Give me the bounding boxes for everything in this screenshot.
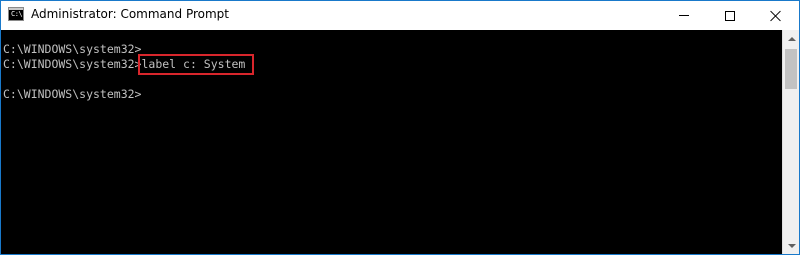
chevron-down-icon [787, 243, 796, 248]
close-button[interactable] [753, 1, 799, 30]
vertical-scrollbar[interactable] [782, 30, 799, 254]
console-line: C:\WINDOWS\system32> [3, 87, 782, 102]
console-output[interactable]: C:\WINDOWS\system32> C:\WINDOWS\system32… [1, 30, 782, 254]
maximize-icon [725, 10, 735, 21]
highlighted-command: label c: System [138, 54, 255, 75]
close-icon [770, 10, 782, 22]
minimize-button[interactable] [661, 1, 707, 30]
console-prompt: C:\WINDOWS\system32> [3, 87, 142, 101]
command-prompt-window: C:\ Administrator: Command Prompt C:\WIN… [0, 0, 800, 255]
console-line: C:\WINDOWS\system32>label c: System [3, 54, 782, 75]
chevron-up-icon [787, 36, 796, 41]
console-prompt: C:\WINDOWS\system32> [3, 57, 142, 71]
console-line: C:\WINDOWS\system32> [3, 42, 782, 57]
window-title: Administrator: Command Prompt [31, 7, 229, 21]
maximize-button[interactable] [707, 1, 753, 30]
minimize-icon [679, 15, 689, 16]
scroll-thumb[interactable] [785, 49, 797, 89]
title-bar[interactable]: C:\ Administrator: Command Prompt [1, 1, 799, 30]
console-prompt: C:\WINDOWS\system32> [3, 42, 142, 56]
scroll-up-button[interactable] [783, 30, 799, 47]
scroll-down-button[interactable] [783, 237, 799, 254]
cmd-icon[interactable]: C:\ [8, 7, 24, 21]
cmd-icon-glyph: C:\ [11, 10, 23, 18]
